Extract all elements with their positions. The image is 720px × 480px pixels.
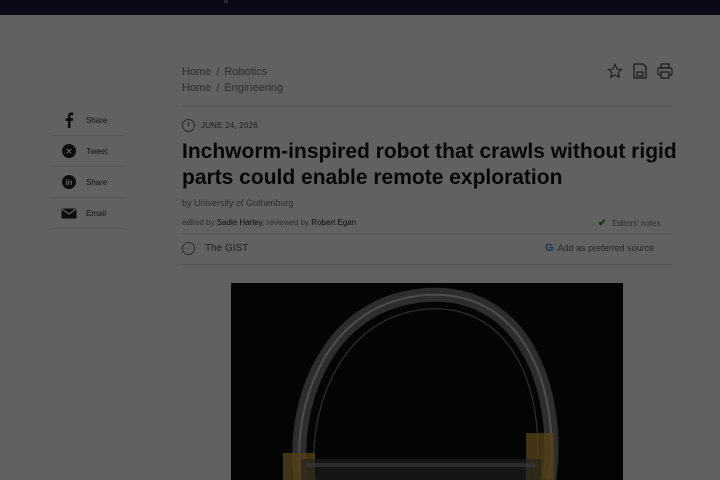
reviewed-prefix: , reviewed by <box>261 218 310 227</box>
reviewer-name[interactable]: Robert Egan <box>311 218 356 227</box>
nav-fragment <box>224 0 228 3</box>
checkmark-icon: ✔ <box>598 218 607 229</box>
byline-text: by University of Gothenburg <box>182 198 294 208</box>
breadcrumb-home-link[interactable]: Home <box>182 82 211 94</box>
email-icon <box>52 208 86 219</box>
share-facebook-button[interactable]: Share <box>52 105 124 136</box>
gist-toggle[interactable]: ◦ The GIST <box>182 242 248 255</box>
save-icon[interactable] <box>631 62 649 80</box>
gist-icon: ◦ <box>182 242 195 255</box>
linkedin-icon: in <box>52 175 86 189</box>
breadcrumb-engineering-link[interactable]: Engineering <box>224 82 283 94</box>
breadcrumb: Home / Robotics Home / Engineering <box>182 64 283 96</box>
article-tools <box>606 62 674 80</box>
preferred-source-button[interactable]: G Add as preferred source <box>545 242 654 254</box>
share-linkedin-button[interactable]: in Share <box>52 167 124 198</box>
edited-prefix: edited by <box>182 218 215 227</box>
divider <box>182 106 672 107</box>
editors-notes-label: Editors' notes <box>612 219 661 228</box>
breadcrumb-robotics-link[interactable]: Robotics <box>224 66 267 78</box>
article-title: Inchworm-inspired robot that crawls with… <box>182 140 677 189</box>
breadcrumb-row-robotics: Home / Robotics <box>182 64 283 80</box>
article-byline: by University of Gothenburg <box>182 198 294 208</box>
editors-notes-link[interactable]: ✔ Editors' notes <box>598 218 661 229</box>
article-date-text: JUNE 24, 2026 <box>201 121 258 130</box>
share-email-label: Email <box>86 208 107 218</box>
divider <box>182 264 672 265</box>
editor-name[interactable]: Sadie Harley <box>217 218 262 227</box>
gist-label: The GIST <box>205 243 249 254</box>
star-icon[interactable] <box>606 62 624 80</box>
article-date: JUNE 24, 2026 <box>182 119 258 132</box>
share-linkedin-label: Share <box>86 177 108 187</box>
breadcrumb-row-engineering: Home / Engineering <box>182 80 283 96</box>
print-icon[interactable] <box>656 62 674 80</box>
facebook-icon <box>52 112 86 128</box>
share-x-label: Tweet <box>86 146 108 156</box>
breadcrumb-home-link[interactable]: Home <box>182 66 211 78</box>
preferred-source-label: Add as preferred source <box>557 243 655 253</box>
breadcrumb-separator: / <box>216 82 220 94</box>
share-facebook-label: Share <box>86 115 108 125</box>
google-logo-icon: G <box>545 242 554 254</box>
x-twitter-icon: ✕ <box>52 144 86 158</box>
article-hero-image[interactable] <box>231 283 623 480</box>
divider <box>182 233 672 234</box>
top-navigation-bar <box>0 0 720 15</box>
share-x-button[interactable]: ✕ Tweet <box>52 136 124 167</box>
edited-by: edited by Sadie Harley, reviewed by Robe… <box>182 218 356 227</box>
breadcrumb-separator: / <box>216 66 220 78</box>
share-sidebar: Share ✕ Tweet in Share Email <box>52 105 124 229</box>
share-email-button[interactable]: Email <box>52 198 124 229</box>
clock-icon <box>182 119 195 132</box>
